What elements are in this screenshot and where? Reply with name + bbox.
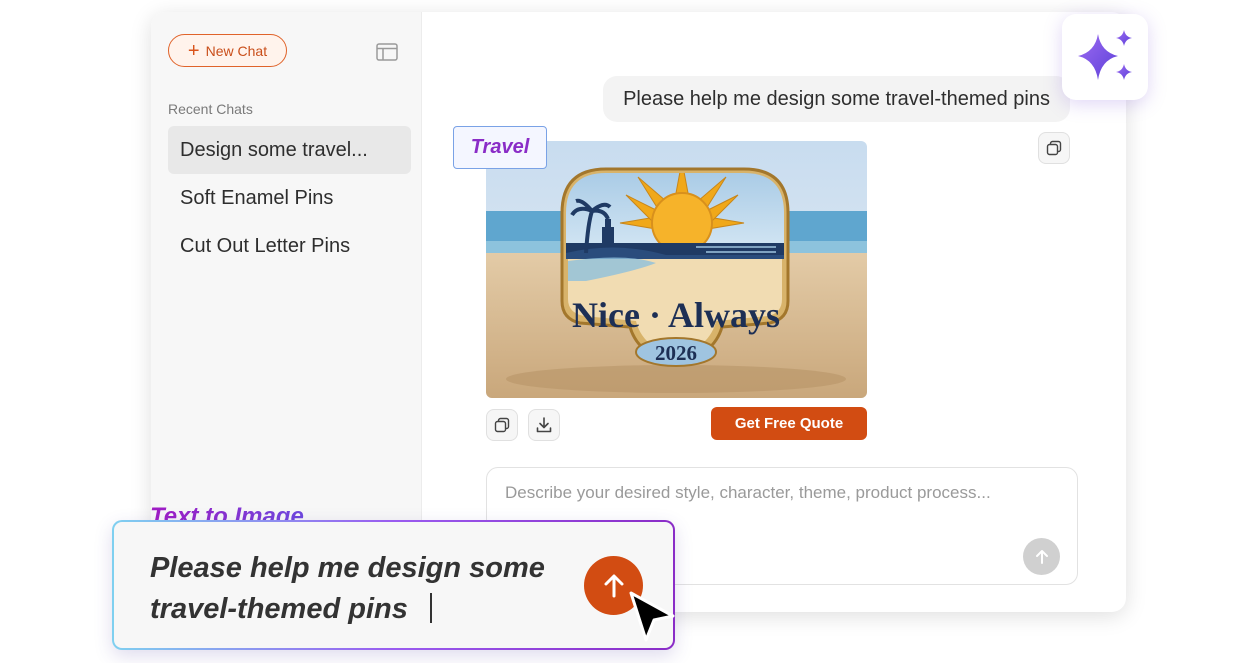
sidebar-toggle-icon[interactable] [376, 43, 398, 61]
copy-icon [1046, 140, 1062, 156]
text-to-image-card: Please help me design some travel-themed… [112, 520, 675, 650]
text-to-image-inner: Please help me design some travel-themed… [114, 522, 673, 648]
copy-message-button[interactable] [1038, 132, 1070, 164]
recent-chats-heading: Recent Chats [168, 101, 253, 117]
plus-icon: + [187, 39, 200, 62]
download-icon [536, 417, 552, 433]
prompt-input[interactable] [503, 482, 1067, 504]
cursor-arrow-icon [629, 591, 675, 642]
download-image-button[interactable] [528, 409, 560, 441]
prompt-line-1: Please help me design some [150, 552, 545, 584]
prompt-line-2: travel-themed pins [150, 593, 408, 625]
get-free-quote-button[interactable]: Get Free Quote [711, 407, 867, 440]
copy-image-button[interactable] [486, 409, 518, 441]
recent-chat-list: Design some travel... Soft Enamel Pins C… [168, 126, 411, 270]
generated-pin-image: Nice · Always 2026 [486, 141, 867, 398]
user-message-bubble: Please help me design some travel-themed… [603, 76, 1070, 122]
arrow-up-icon [1035, 549, 1048, 564]
send-button[interactable] [1023, 538, 1060, 575]
pin-title-text: Nice · Always [572, 295, 780, 335]
ai-sparkle-badge [1062, 14, 1148, 100]
travel-tag: Travel [453, 126, 547, 169]
copy-icon [494, 417, 510, 433]
prompt-preview-text[interactable]: Please help me design some travel-themed… [150, 548, 570, 630]
pin-year-text: 2026 [655, 341, 697, 365]
text-caret [429, 593, 432, 623]
chat-item-travel[interactable]: Design some travel... [168, 126, 411, 174]
new-chat-label: New Chat [205, 42, 268, 59]
arrow-up-icon [604, 574, 623, 597]
chat-item-cut-out-letter[interactable]: Cut Out Letter Pins [168, 222, 411, 270]
chat-item-soft-enamel[interactable]: Soft Enamel Pins [168, 174, 411, 222]
sparkle-icon [1078, 30, 1132, 80]
new-chat-button[interactable]: + New Chat [168, 34, 287, 67]
